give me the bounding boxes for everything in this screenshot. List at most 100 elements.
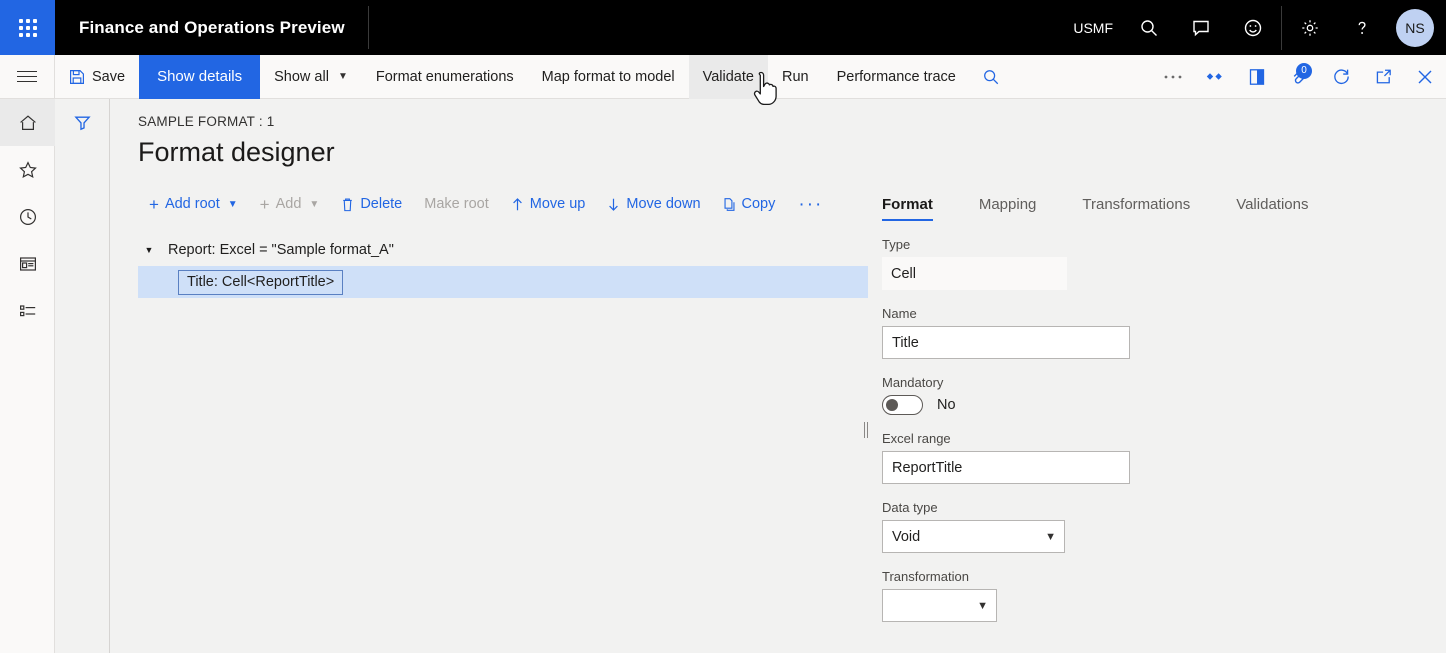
format-enumerations-label: Format enumerations (375, 68, 514, 85)
rail-item-modules[interactable] (0, 287, 55, 334)
application-window: Finance and Operations Preview USMF NS S… (0, 0, 1446, 653)
move-up-button[interactable]: Move up (500, 189, 597, 219)
open-in-new-window-icon[interactable] (1362, 55, 1404, 99)
overflow-ellipsis-icon[interactable] (1152, 55, 1194, 99)
move-up-label: Move up (529, 196, 586, 212)
field-name: Name Title (882, 306, 1422, 359)
app-launcher-button[interactable] (0, 0, 55, 55)
chevron-down-icon: ▼ (309, 198, 320, 210)
tree-row-root[interactable]: ▼ Report: Excel = "Sample format_A" (138, 234, 868, 266)
attachment-count-badge: 0 (1296, 62, 1312, 79)
field-mandatory: Mandatory No (882, 375, 1422, 415)
copy-button[interactable]: Copy (712, 189, 787, 219)
company-selector[interactable]: USMF (1063, 0, 1123, 55)
recent-clock-icon (18, 207, 38, 227)
personalize-diamonds-icon[interactable] (1194, 55, 1236, 99)
filter-column (55, 99, 110, 653)
close-icon[interactable] (1404, 55, 1446, 99)
topnav-divider-right (1281, 5, 1282, 50)
app-title: Finance and Operations Preview (79, 17, 345, 37)
transformation-select[interactable]: ▼ (882, 589, 997, 622)
top-navigation-bar: Finance and Operations Preview USMF NS (0, 0, 1446, 55)
filter-funnel-icon (73, 113, 92, 132)
rail-item-favorites[interactable] (0, 146, 55, 193)
field-excel-range: Excel range ReportTitle (882, 431, 1422, 484)
chevron-down-icon: ▼ (1045, 530, 1056, 543)
copy-label: Copy (741, 196, 776, 212)
search-icon[interactable] (1123, 0, 1175, 55)
rail-item-recent[interactable] (0, 193, 55, 240)
add-root-button[interactable]: + Add root ▼ (138, 189, 249, 219)
smiley-icon[interactable] (1227, 0, 1279, 55)
tab-format[interactable]: Format (882, 196, 933, 221)
trash-icon (341, 197, 354, 212)
message-icon[interactable] (1175, 0, 1227, 55)
workspaces-icon (18, 254, 38, 274)
make-root-label: Make root (424, 196, 489, 212)
refresh-icon[interactable] (1320, 55, 1362, 99)
add-label: Add (275, 196, 302, 212)
expand-collapse-triangle-icon[interactable]: ▼ (138, 245, 160, 255)
tree-toolbar-overflow-button[interactable]: ··· (786, 195, 835, 214)
gear-icon[interactable] (1284, 0, 1336, 55)
show-all-button[interactable]: Show all ▼ (260, 55, 362, 99)
office-app-icon[interactable] (1236, 55, 1278, 99)
rail-item-home[interactable] (0, 99, 55, 146)
rail-item-workspaces[interactable] (0, 240, 55, 287)
validate-button[interactable]: Validate (688, 54, 768, 99)
mandatory-toggle[interactable] (882, 395, 923, 415)
page-title: Format designer (138, 137, 335, 167)
run-button[interactable]: Run (768, 55, 823, 99)
favorites-star-icon (18, 160, 38, 180)
copy-icon (723, 197, 736, 212)
navigation-menu-button[interactable] (0, 54, 55, 99)
tab-mapping[interactable]: Mapping (979, 196, 1037, 221)
tab-transformations[interactable]: Transformations (1082, 196, 1190, 221)
mandatory-value: No (937, 397, 956, 413)
data-type-select[interactable]: Void ▼ (882, 520, 1065, 553)
hamburger-icon (17, 67, 37, 86)
map-format-to-model-button[interactable]: Map format to model (528, 55, 689, 99)
command-search-icon[interactable] (970, 55, 1012, 99)
map-format-to-model-label: Map format to model (541, 68, 675, 85)
detail-tabs: Format Mapping Transformations Validatio… (882, 187, 1422, 221)
tree-child-label: Title: Cell<ReportTitle> (178, 269, 344, 295)
performance-trace-button[interactable]: Performance trace (823, 55, 970, 99)
tab-validations[interactable]: Validations (1236, 196, 1308, 221)
attachments-icon[interactable]: 0 (1278, 55, 1320, 99)
tree-root-label: Report: Excel = "Sample format_A" (168, 242, 394, 258)
waffle-icon (18, 18, 37, 37)
save-icon (69, 69, 85, 85)
validate-label: Validate (702, 68, 754, 85)
help-icon[interactable] (1336, 0, 1388, 55)
detail-pane: Format Mapping Transformations Validatio… (882, 187, 1422, 622)
pane-splitter-handle[interactable] (862, 421, 870, 439)
performance-trace-label: Performance trace (836, 68, 956, 85)
field-transformation: Transformation ▼ (882, 569, 1422, 622)
save-button[interactable]: Save (55, 55, 139, 99)
chevron-down-icon: ▼ (977, 599, 988, 612)
excel-range-label: Excel range (882, 431, 951, 446)
filter-button[interactable] (55, 99, 110, 145)
move-down-label: Move down (626, 196, 701, 212)
format-enumerations-button[interactable]: Format enumerations (362, 55, 528, 99)
modules-list-icon (18, 301, 38, 321)
format-tree: ▼ Report: Excel = "Sample format_A" Titl… (138, 234, 868, 298)
plus-icon: + (149, 194, 159, 214)
home-icon (18, 113, 38, 133)
arrow-up-icon (511, 197, 524, 212)
tree-toolbar: + Add root ▼ + Add ▼ Delete Make root Mo… (138, 189, 835, 219)
chevron-down-icon: ▼ (227, 198, 238, 210)
transformation-label: Transformation (882, 569, 969, 584)
field-type: Type Cell (882, 237, 1422, 290)
show-details-button[interactable]: Show details (139, 54, 261, 99)
tree-row-child[interactable]: Title: Cell<ReportTitle> (138, 266, 868, 298)
excel-range-input[interactable]: ReportTitle (882, 451, 1130, 484)
field-data-type: Data type Void ▼ (882, 500, 1422, 553)
plus-icon: + (259, 194, 270, 214)
show-details-label: Show details (157, 68, 243, 85)
move-down-button[interactable]: Move down (596, 189, 711, 219)
avatar[interactable]: NS (1396, 8, 1434, 47)
delete-button[interactable]: Delete (330, 189, 413, 219)
name-input[interactable]: Title (882, 326, 1130, 359)
